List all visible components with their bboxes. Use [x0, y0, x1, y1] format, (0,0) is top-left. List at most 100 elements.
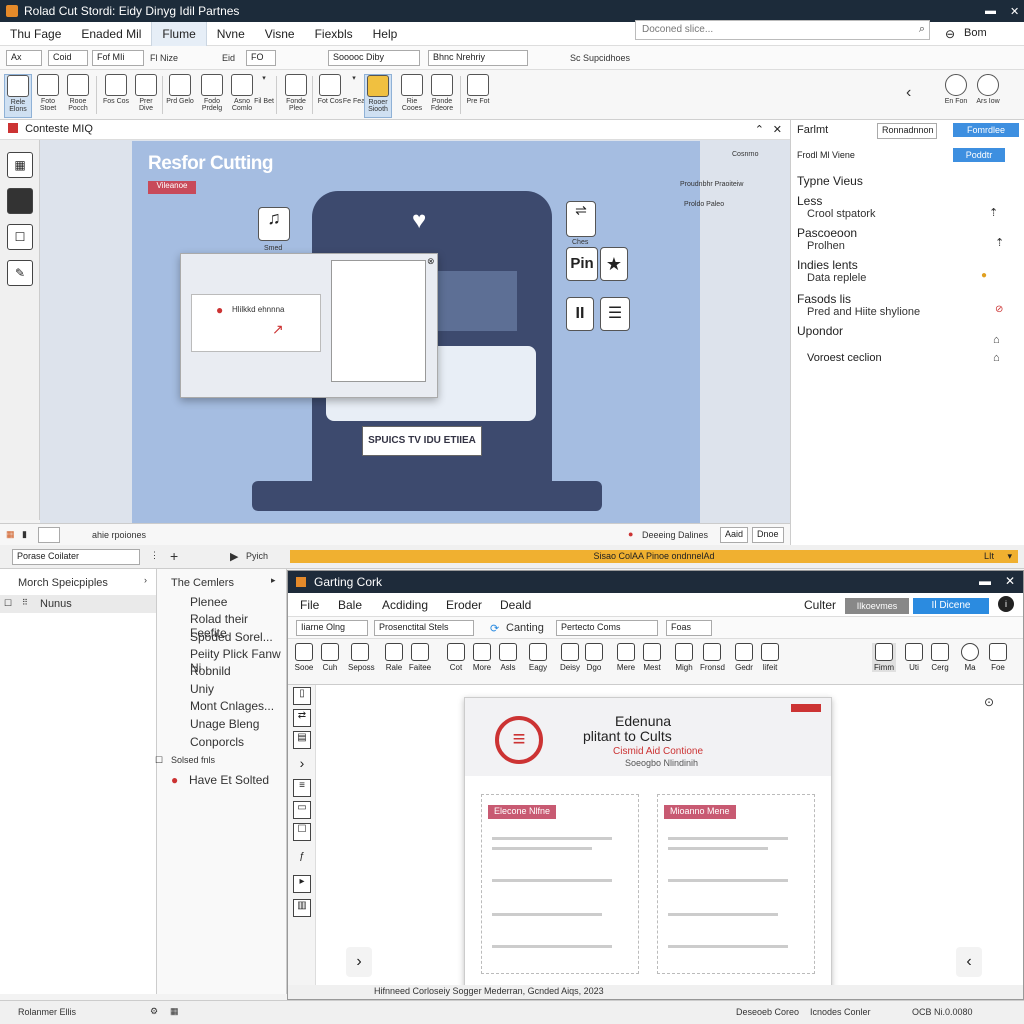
- chevron-left-icon[interactable]: ‹: [906, 84, 911, 102]
- option-select-3[interactable]: FO: [246, 50, 276, 66]
- refresh-icon[interactable]: ⟳: [490, 622, 499, 635]
- cut-option-4[interactable]: Pertecto Coms: [556, 620, 658, 636]
- page-prev-button[interactable]: ‹: [956, 947, 982, 977]
- tool-foto-stoet[interactable]: Foto Stoet: [34, 74, 62, 118]
- play-icon[interactable]: ▶: [230, 550, 238, 563]
- panel-item-4-icon[interactable]: ⌂: [993, 334, 1000, 346]
- cut-menu-4[interactable]: Deald: [500, 598, 531, 612]
- centers-item-2[interactable]: Spoded Sorel...: [190, 630, 273, 644]
- document-tab[interactable]: Conteste MIQ ⌃ ✕: [0, 120, 790, 140]
- cut-option-1[interactable]: Iiarne Olng: [296, 620, 368, 636]
- menu-item-3[interactable]: Nvne: [207, 22, 255, 46]
- tool-rooer-siooth[interactable]: Rooer Siooth: [364, 74, 392, 118]
- cut-tool-r1[interactable]: Uti: [902, 643, 926, 672]
- menu-item-0[interactable]: Thu Fage: [0, 22, 71, 46]
- preview-popup[interactable]: Hlilkkd ehnnna ● ↗ ⊗: [180, 253, 438, 398]
- user-icon[interactable]: ⊖: [945, 27, 955, 41]
- cut-tool-3[interactable]: Rale: [382, 643, 406, 672]
- canvas-menu-icon[interactable]: ⊙: [984, 695, 994, 709]
- chevron-right-icon[interactable]: ▸: [271, 575, 276, 586]
- option-select-5[interactable]: Bhnc Nrehriy: [428, 50, 528, 66]
- close-tab-icon[interactable]: ✕: [773, 123, 782, 136]
- centers-item-6[interactable]: Mont Cnlages...: [190, 699, 274, 713]
- cut-tool-12[interactable]: Mest: [640, 643, 664, 672]
- centers-item-4[interactable]: Robnild: [190, 664, 231, 678]
- popup-close-icon[interactable]: ⊗: [427, 256, 435, 267]
- chevron-right-icon[interactable]: ›: [293, 755, 311, 773]
- cut-tool-15[interactable]: Gedr: [732, 643, 756, 672]
- cut-menu-0[interactable]: File: [300, 598, 319, 612]
- preset-input[interactable]: Porase Coilater: [12, 549, 140, 565]
- pause-card[interactable]: II: [566, 297, 594, 331]
- tool-ponde-fdeore[interactable]: Ponde Fdeore: [428, 74, 456, 118]
- more-icon[interactable]: ⋮: [150, 550, 159, 561]
- tool-ars-iow[interactable]: Ars Iow: [974, 74, 1002, 118]
- page-tool-icon[interactable]: ☐: [7, 224, 33, 250]
- panel-item-1[interactable]: Pascoeoon: [797, 226, 1015, 240]
- settings-icon[interactable]: ⚙: [150, 1006, 158, 1017]
- tool-pre-fot[interactable]: Pre Fot: [464, 74, 492, 118]
- option-select-1[interactable]: Coid: [48, 50, 88, 66]
- cut-menu-1[interactable]: Bale: [338, 598, 362, 612]
- panel-dropdown[interactable]: Ronnadnnon: [877, 123, 937, 139]
- option-label-3[interactable]: Sc Supcidhoes: [570, 53, 630, 63]
- option-select-2[interactable]: Fof MIi: [92, 50, 144, 66]
- cut-tool-6[interactable]: More: [470, 643, 494, 672]
- panel-item-2-icon[interactable]: ●: [981, 270, 987, 281]
- panel-item-5-icon[interactable]: ⌂: [993, 352, 1000, 364]
- spec-list-row[interactable]: ☐ ⠿ Nunus: [0, 595, 156, 613]
- panel-item-1-icon[interactable]: ⇡: [995, 236, 1004, 249]
- cut-tool-0[interactable]: Sooe: [292, 643, 316, 672]
- minimize-icon[interactable]: ▬: [979, 574, 991, 588]
- cutting-canvas[interactable]: ≡ Edenuna plitant to Cults Cismid Aid Co…: [316, 685, 1023, 993]
- panel-item-5[interactable]: Voroest ceclion: [807, 352, 1024, 364]
- cut-left-tool-4[interactable]: ≡: [293, 779, 311, 797]
- cut-tool-r3[interactable]: Ma: [958, 643, 982, 672]
- checkbox[interactable]: ☐: [155, 755, 163, 766]
- tool-prd-gelo[interactable]: Prd Gelo: [166, 74, 194, 118]
- cut-tool-r4[interactable]: Foe: [986, 643, 1010, 672]
- cut-option-3[interactable]: Canting: [506, 622, 544, 634]
- cut-menu-2[interactable]: Acdiding: [382, 598, 428, 612]
- menu-item-5[interactable]: Fiexbls: [305, 22, 363, 46]
- status-button-2[interactable]: Dnoe: [752, 527, 784, 543]
- cut-blue-button[interactable]: Il Dicene: [913, 598, 989, 614]
- menu-item-4[interactable]: Visne: [255, 22, 305, 46]
- tool-rie-cooes[interactable]: Rie Cooes: [398, 74, 426, 118]
- minimize-icon[interactable]: ▬: [985, 5, 996, 17]
- centers-item-7[interactable]: Unage Bleng: [190, 717, 259, 731]
- info-icon[interactable]: i: [998, 596, 1014, 612]
- chevron-right-icon[interactable]: ›: [144, 575, 147, 585]
- close-icon[interactable]: ✕: [1010, 5, 1019, 18]
- cut-left-tool-9[interactable]: ▥: [293, 899, 311, 917]
- cut-option-5[interactable]: Foas: [666, 620, 712, 636]
- cut-tool-2[interactable]: Seposs: [348, 643, 375, 672]
- cut-left-tool-6[interactable]: ☐: [293, 823, 311, 841]
- panel-item-0-icon[interactable]: ⇡: [989, 206, 998, 219]
- panel-item-3-icon[interactable]: ⊘: [995, 304, 1003, 315]
- cut-tool-8[interactable]: Eagy: [526, 643, 550, 672]
- music-card[interactable]: ♫: [258, 207, 290, 241]
- play-label[interactable]: Pyich: [246, 551, 268, 561]
- panel-item-4[interactable]: Upondor: [797, 324, 1015, 338]
- edit-tool-icon[interactable]: ✎: [7, 260, 33, 286]
- chevron-down-icon[interactable]: ▾: [1007, 550, 1012, 563]
- cut-tool-r2[interactable]: Cerg: [928, 643, 952, 672]
- design-canvas[interactable]: Resfor Cutting Vileanoe ♥ SPUICS TV IDU …: [40, 140, 790, 523]
- panel-item-0[interactable]: Less: [797, 194, 1015, 208]
- tool-fodo-prdelg[interactable]: Fodo Prdelg: [198, 74, 226, 118]
- centers-item-8[interactable]: Conporcls: [190, 735, 244, 749]
- tool-fonde-pleo[interactable]: Fonde Pleo: [282, 74, 310, 118]
- cut-menu-right[interactable]: Culter: [804, 598, 836, 612]
- tool-rooe-pocch[interactable]: Rooe Pocch: [64, 74, 92, 118]
- cut-tool-10[interactable]: Dgo: [582, 643, 606, 672]
- search-input[interactable]: Doconed slice... ⌕: [635, 20, 930, 40]
- cut-tool-11[interactable]: Mere: [614, 643, 638, 672]
- cut-tool-5[interactable]: Cot: [444, 643, 468, 672]
- cut-tool-9[interactable]: Deisy: [558, 643, 582, 672]
- checkbox[interactable]: ☐: [4, 598, 12, 609]
- cut-left-tool-0[interactable]: ▯: [293, 687, 311, 705]
- tool-fil-bet[interactable]: ▾ Fil Bet: [250, 74, 278, 118]
- panel-item-3[interactable]: Fasods lis: [797, 292, 1015, 306]
- cut-gray-button[interactable]: Ilkoevmes: [845, 598, 909, 614]
